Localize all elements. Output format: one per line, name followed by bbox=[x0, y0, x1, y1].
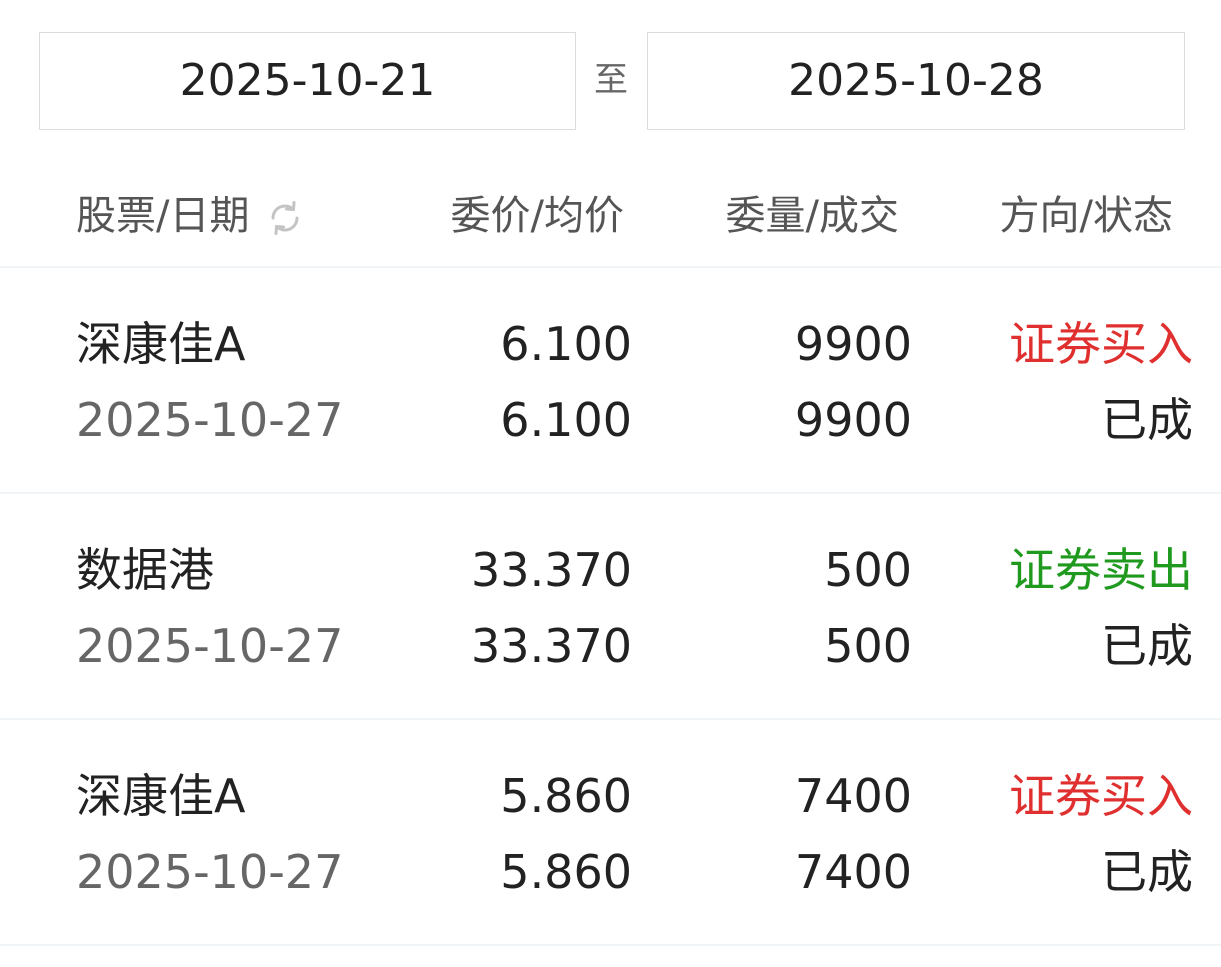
date-range-filter: 2025-10-21 至 2025-10-28 bbox=[39, 32, 1185, 130]
order-direction: 证券卖出 bbox=[1009, 543, 1193, 597]
order-status: 已成 bbox=[1101, 393, 1193, 447]
header-stock-date-label: 股票/日期 bbox=[76, 193, 250, 239]
stock-name: 深康佳A bbox=[76, 769, 246, 823]
order-quantity: 500 bbox=[824, 543, 912, 597]
order-price: 5.860 bbox=[500, 769, 632, 823]
order-direction: 证券买入 bbox=[1009, 769, 1193, 823]
filled-quantity: 7400 bbox=[794, 845, 912, 899]
order-date: 2025-10-27 bbox=[76, 393, 344, 447]
order-row[interactable]: 深康佳A 2025-10-27 5.860 5.860 7400 7400 证券… bbox=[0, 720, 1221, 946]
order-quantity: 9900 bbox=[794, 317, 912, 371]
order-quantity: 7400 bbox=[794, 769, 912, 823]
filled-quantity: 9900 bbox=[794, 393, 912, 447]
start-date-picker[interactable]: 2025-10-21 bbox=[39, 32, 576, 130]
table-header: 股票/日期 委价/均价 委量/成交 方向/状态 bbox=[0, 170, 1221, 268]
header-stock-date: 股票/日期 bbox=[76, 190, 307, 242]
order-status: 已成 bbox=[1101, 619, 1193, 673]
avg-price: 6.100 bbox=[500, 393, 632, 447]
order-row[interactable]: 深康佳A 2025-10-27 6.100 6.100 9900 9900 证券… bbox=[0, 268, 1221, 494]
orders-list: 深康佳A 2025-10-27 6.100 6.100 9900 9900 证券… bbox=[0, 268, 1221, 946]
order-price: 6.100 bbox=[500, 317, 632, 371]
order-row[interactable]: 数据港 2025-10-27 33.370 33.370 500 500 证券卖… bbox=[0, 494, 1221, 720]
header-quantity: 委量/成交 bbox=[725, 193, 899, 239]
refresh-icon[interactable] bbox=[263, 196, 307, 240]
order-direction: 证券买入 bbox=[1009, 317, 1193, 371]
stock-name: 数据港 bbox=[76, 543, 214, 597]
order-date: 2025-10-27 bbox=[76, 845, 344, 899]
date-range-separator: 至 bbox=[594, 60, 628, 100]
order-date: 2025-10-27 bbox=[76, 619, 344, 673]
order-status: 已成 bbox=[1101, 845, 1193, 899]
order-price: 33.370 bbox=[471, 543, 632, 597]
filled-quantity: 500 bbox=[824, 619, 912, 673]
avg-price: 5.860 bbox=[500, 845, 632, 899]
end-date-picker[interactable]: 2025-10-28 bbox=[647, 32, 1185, 130]
stock-name: 深康佳A bbox=[76, 317, 246, 371]
header-price: 委价/均价 bbox=[450, 193, 624, 239]
orders-page: 2025-10-21 至 2025-10-28 股票/日期 委价/均价 委量/成… bbox=[0, 0, 1221, 967]
header-direction-status: 方向/状态 bbox=[999, 193, 1173, 239]
avg-price: 33.370 bbox=[471, 619, 632, 673]
